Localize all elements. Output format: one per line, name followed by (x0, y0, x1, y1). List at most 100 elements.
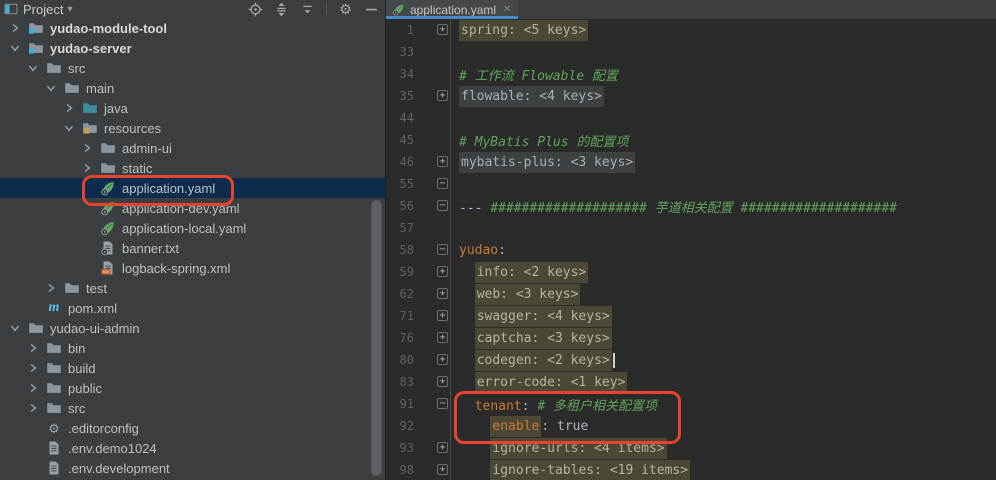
fold-expand-icon[interactable]: + (437, 24, 448, 35)
chevron-right-icon[interactable] (26, 361, 40, 375)
gutter: + (414, 327, 459, 349)
code-line-58[interactable]: 58−yudao: (386, 239, 996, 261)
folder-icon (64, 80, 80, 96)
fold-expand-icon[interactable]: + (437, 376, 448, 387)
code-line-62[interactable]: 62+web: <3 keys> (386, 283, 996, 305)
code-segment: enable (490, 416, 541, 437)
chevron-down-icon[interactable] (8, 41, 22, 55)
folder-icon (46, 360, 62, 376)
tree-item-.env.demo1024[interactable]: .env.demo1024 (0, 438, 385, 458)
code-line-80[interactable]: 80+codegen: <2 keys> (386, 349, 996, 371)
tree-item-application-local.yaml[interactable]: application-local.yaml (0, 218, 385, 238)
hide-icon[interactable] (364, 2, 379, 17)
chevron-down-icon[interactable] (26, 61, 40, 75)
chevron-right-icon[interactable] (26, 401, 40, 415)
code-line-59[interactable]: 59+info: <2 keys> (386, 261, 996, 283)
code-line-98[interactable]: 98+ignore-tables: <19 items> (386, 459, 996, 480)
chevron-right-icon[interactable] (26, 381, 40, 395)
fold-expand-icon[interactable]: + (437, 156, 448, 167)
code-line-76[interactable]: 76+captcha: <3 keys> (386, 327, 996, 349)
tree-item-admin-ui[interactable]: admin-ui (0, 138, 385, 158)
chevron-down-icon[interactable] (8, 321, 22, 335)
code-line-93[interactable]: 93+ignore-urls: <4 items> (386, 437, 996, 459)
tree-item-label: yudao-ui-admin (50, 321, 140, 336)
code-line-1[interactable]: 1+spring: <5 keys> (386, 19, 996, 41)
resources-folder-icon (82, 120, 98, 136)
tree-item-.env.development[interactable]: .env.development (0, 458, 385, 478)
tree-item-application.yaml[interactable]: application.yaml (0, 178, 385, 198)
fold-collapse-icon[interactable]: − (437, 244, 448, 255)
fold-expand-icon[interactable]: + (437, 288, 448, 299)
tree-item-yudao-server[interactable]: yudao-server (0, 38, 385, 58)
chevron-right-icon[interactable] (62, 101, 76, 115)
tree-item-test[interactable]: test (0, 278, 385, 298)
module-folder-icon (28, 20, 44, 36)
tree-item-pom.xml[interactable]: mpom.xml (0, 298, 385, 318)
chevron-right-icon[interactable] (26, 341, 40, 355)
chevron-right-icon[interactable] (80, 141, 94, 155)
fold-collapse-icon[interactable]: − (437, 178, 448, 189)
tree-item-static[interactable]: static (0, 158, 385, 178)
expand-all-icon[interactable] (274, 2, 289, 17)
chevron-right-icon[interactable] (8, 21, 22, 35)
locate-icon[interactable] (248, 2, 263, 17)
tree-item-yudao-module-tool[interactable]: yudao-module-tool (0, 18, 385, 38)
tree-item-main[interactable]: main (0, 78, 385, 98)
tree-item-public[interactable]: public (0, 378, 385, 398)
env-file-icon (46, 460, 62, 476)
tree-item-src[interactable]: src (0, 398, 385, 418)
code-text: # MyBatis Plus 的配置项 (459, 131, 628, 150)
chevron-right-icon[interactable] (44, 281, 58, 295)
collapse-all-icon[interactable] (300, 2, 315, 17)
line-number: 71 (386, 309, 414, 323)
tab-application-yaml[interactable]: application.yaml ✕ (386, 0, 518, 19)
folder-icon (46, 340, 62, 356)
line-number: 44 (386, 111, 414, 125)
fold-collapse-icon[interactable]: − (437, 398, 448, 409)
gutter (414, 415, 459, 437)
code-line-34[interactable]: 34# 工作流 Flowable 配置 (386, 63, 996, 85)
code-line-57[interactable]: 57 (386, 217, 996, 239)
fold-expand-icon[interactable]: + (437, 442, 448, 453)
tree-item-java[interactable]: java (0, 98, 385, 118)
tree-item-logback-spring.xml[interactable]: <>logback-spring.xml (0, 258, 385, 278)
tree-item-.editorconfig[interactable]: ⚙.editorconfig (0, 418, 385, 438)
fold-expand-icon[interactable]: + (437, 310, 448, 321)
chevron-down-icon[interactable]: ▾ (67, 4, 72, 15)
tree-item-yudao-ui-admin[interactable]: yudao-ui-admin (0, 318, 385, 338)
settings-icon[interactable]: ⚙ (338, 2, 353, 17)
fold-expand-icon[interactable]: + (437, 464, 448, 475)
code-line-45[interactable]: 45 # MyBatis Plus 的配置项 (386, 129, 996, 151)
code-line-44[interactable]: 44 (386, 107, 996, 129)
tree-item-label: .env.demo1024 (68, 441, 157, 456)
chevron-down-icon[interactable] (62, 121, 76, 135)
tree-item-src[interactable]: src (0, 58, 385, 78)
fold-expand-icon[interactable]: + (437, 332, 448, 343)
code-line-56[interactable]: 56−--- #################### 芋道相关配置 #####… (386, 195, 996, 217)
fold-expand-icon[interactable]: + (437, 266, 448, 277)
tree-scrollbar[interactable] (371, 200, 382, 476)
tree-item-application-dev.yaml[interactable]: application-dev.yaml (0, 198, 385, 218)
code-line-83[interactable]: 83+error-code: <1 key> (386, 371, 996, 393)
tree-item-bin[interactable]: bin (0, 338, 385, 358)
close-icon[interactable]: ✕ (503, 5, 511, 15)
line-number: 45 (386, 133, 414, 147)
fold-collapse-icon[interactable]: − (437, 200, 448, 211)
line-number: 98 (386, 463, 414, 477)
code-line-46[interactable]: 46+mybatis-plus: <3 keys> (386, 151, 996, 173)
code-line-33[interactable]: 33 (386, 41, 996, 63)
chevron-right-icon[interactable] (80, 161, 94, 175)
code-segment: # 多租户相关配置项 (537, 399, 657, 414)
tree-item-resources[interactable]: resources (0, 118, 385, 138)
fold-expand-icon[interactable]: + (437, 354, 448, 365)
code-view[interactable]: 1+spring: <5 keys>3334# 工作流 Flowable 配置3… (386, 19, 996, 480)
tree-item-build[interactable]: build (0, 358, 385, 378)
chevron-down-icon[interactable] (44, 81, 58, 95)
code-line-92[interactable]: 92enable: true (386, 415, 996, 437)
tree-item-banner.txt[interactable]: banner.txt (0, 238, 385, 258)
code-line-91[interactable]: 91−tenant: # 多租户相关配置项 (386, 393, 996, 415)
code-line-71[interactable]: 71+swagger: <4 keys> (386, 305, 996, 327)
fold-expand-icon[interactable]: + (437, 90, 448, 101)
code-line-55[interactable]: 55− (386, 173, 996, 195)
code-line-35[interactable]: 35+flowable: <4 keys> (386, 85, 996, 107)
